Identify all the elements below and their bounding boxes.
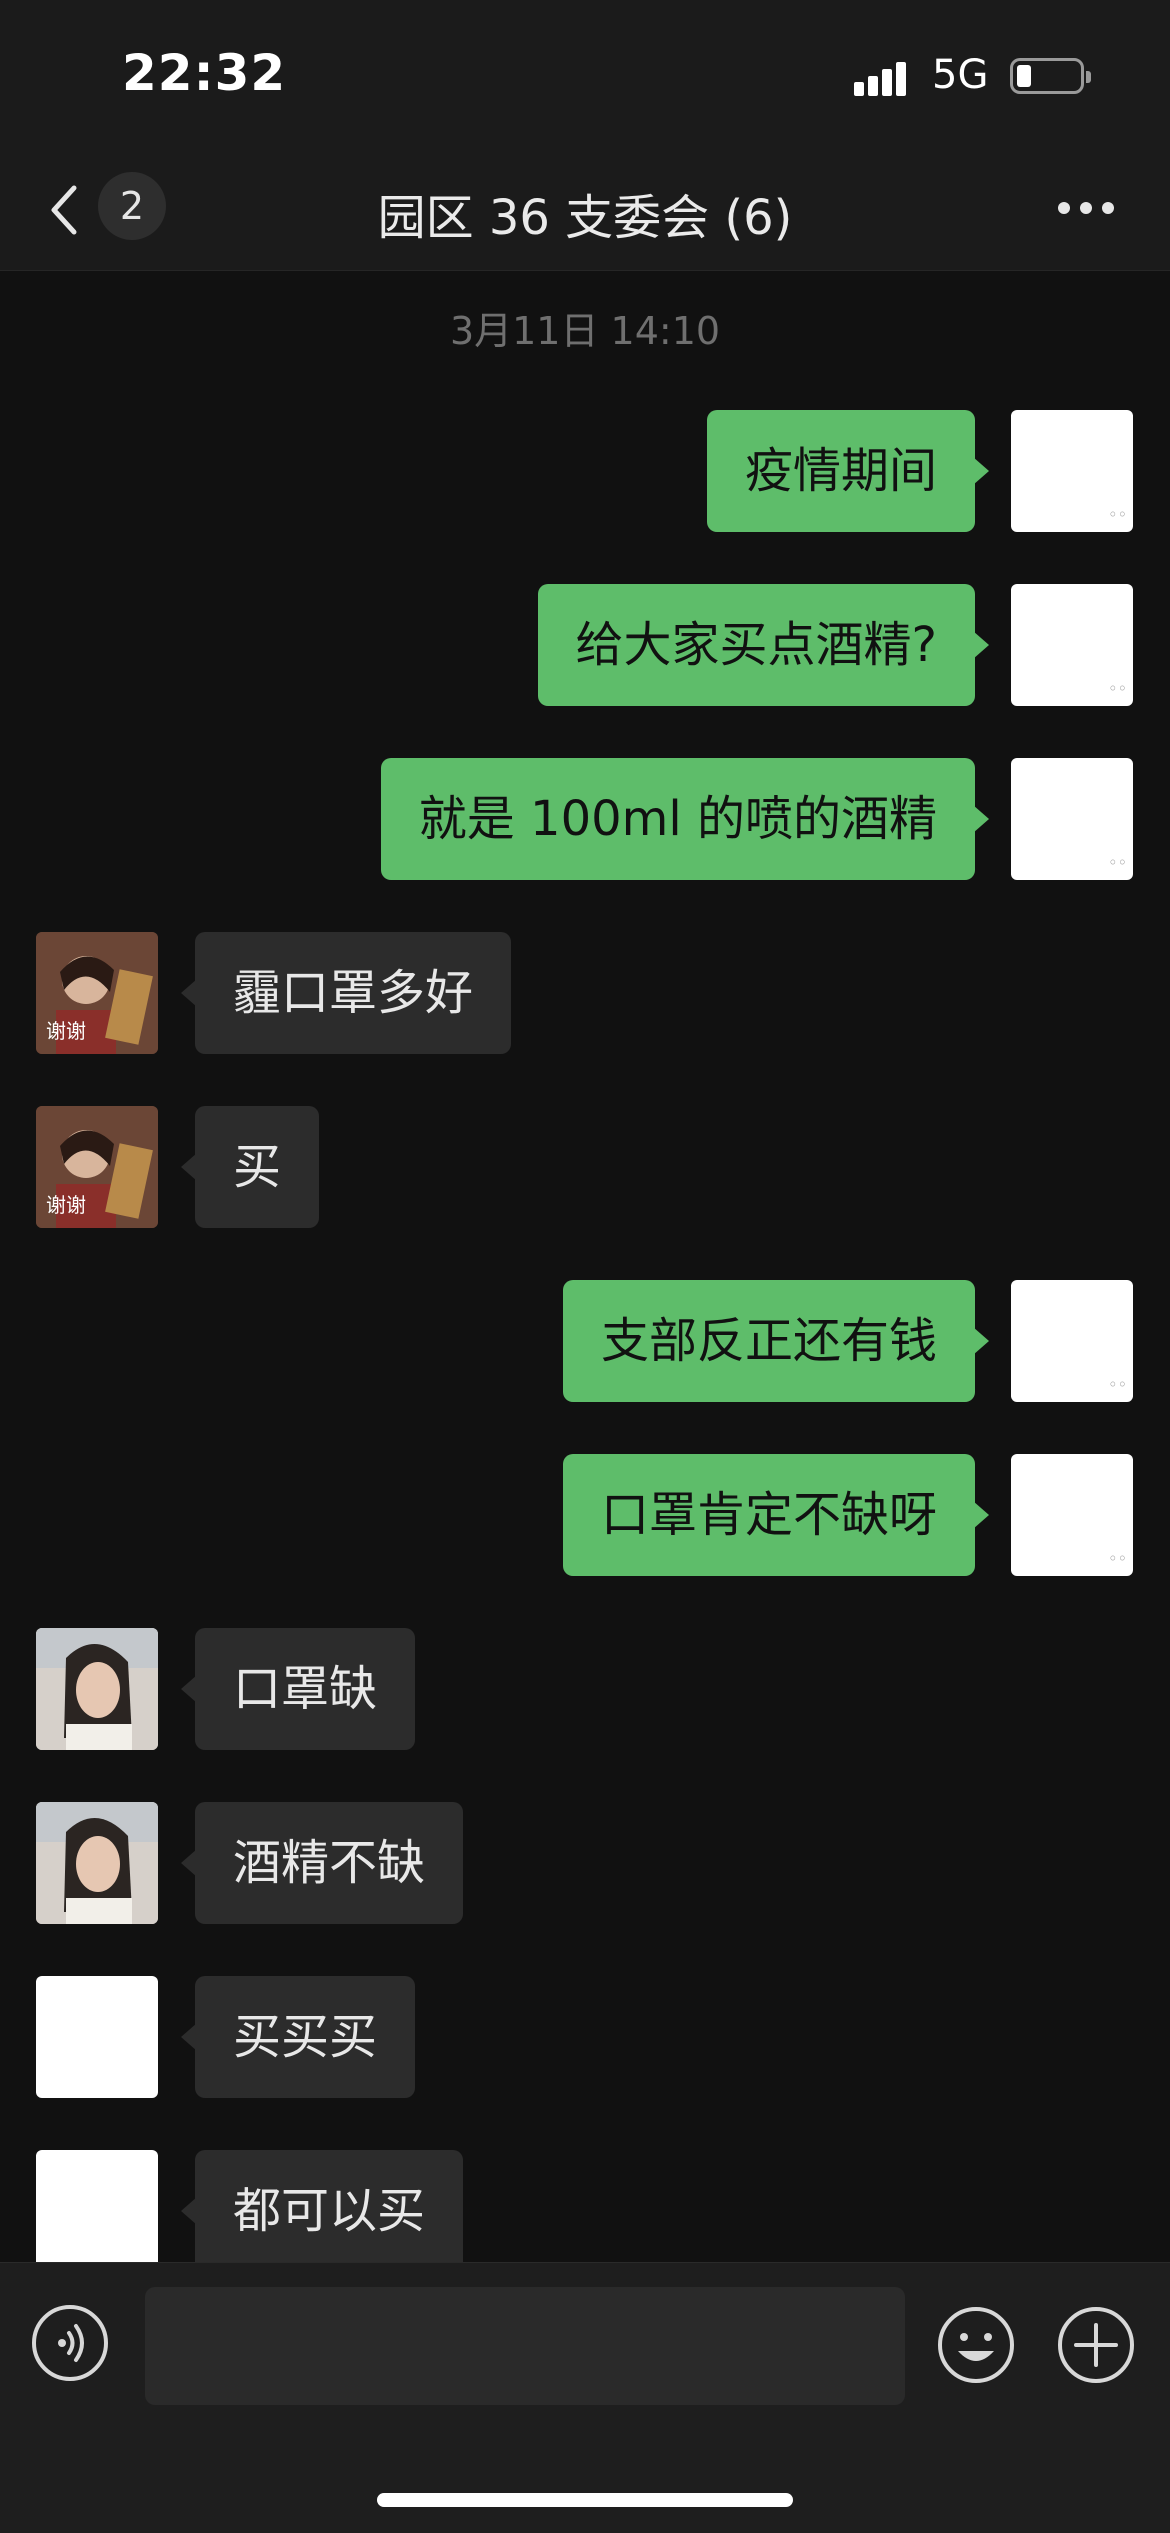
avatar[interactable]: ◦◦ <box>1011 758 1133 880</box>
message-input[interactable] <box>145 2287 905 2405</box>
voice-icon <box>58 2324 84 2362</box>
message-bubble[interactable]: 口罩缺 <box>180 1628 416 1750</box>
message-bubble[interactable]: 疫情期间 <box>706 410 990 532</box>
more-icon <box>1058 202 1070 214</box>
emoji-icon <box>938 2307 1014 2383</box>
avatar[interactable]: ◦◦ <box>1011 410 1133 532</box>
avatar[interactable] <box>36 1628 158 1750</box>
message-bubble[interactable]: 就是 100ml 的喷的酒精 <box>380 758 990 880</box>
message-bubble[interactable]: 霾口罩多好 <box>180 932 512 1054</box>
network-type: 5G <box>932 52 989 98</box>
message-bubble[interactable]: 都可以买 <box>180 2150 464 2272</box>
avatar[interactable]: ◦◦ <box>1011 584 1133 706</box>
message-bubble[interactable]: 酒精不缺 <box>180 1802 464 1924</box>
message-timestamp: 3月11日 14:10 <box>449 309 721 353</box>
avatar-photo <box>36 1628 158 1750</box>
signal-icon <box>854 58 914 96</box>
avatar[interactable] <box>36 1802 158 1924</box>
home-indicator[interactable] <box>377 2493 793 2507</box>
emoji-button[interactable] <box>936 2305 1016 2385</box>
battery-icon <box>1010 58 1091 94</box>
avatar[interactable]: 谢谢 <box>36 932 158 1054</box>
plus-icon <box>1058 2307 1134 2383</box>
message-bubble[interactable]: 买 <box>180 1106 320 1228</box>
more-button[interactable] <box>1058 194 1118 218</box>
avatar[interactable]: ◦◦ <box>1011 1280 1133 1402</box>
message-bubble[interactable]: 买买买 <box>180 1976 416 2098</box>
message-bubble[interactable]: 给大家买点酒精? <box>537 584 990 706</box>
avatar[interactable] <box>36 1976 158 2098</box>
add-button[interactable] <box>1056 2305 1136 2385</box>
chat-header: 2 园区 36 支委会 (6) <box>0 150 1170 271</box>
avatar[interactable]: ◦◦ <box>1011 1454 1133 1576</box>
avatar[interactable]: 谢谢 <box>36 1106 158 1228</box>
status-bar: 22:32 5G <box>0 0 1170 150</box>
avatar-photo <box>36 1802 158 1924</box>
status-time: 22:32 <box>122 44 287 102</box>
chat-title: 园区 36 支委会 (6) <box>377 190 793 246</box>
avatar[interactable] <box>36 2150 158 2272</box>
avatar-caption: 谢谢 <box>46 1193 86 1217</box>
message-bubble[interactable]: 口罩肯定不缺呀 <box>562 1454 990 1576</box>
avatar-caption: 谢谢 <box>46 1019 86 1043</box>
voice-button[interactable] <box>32 2305 108 2381</box>
message-bubble[interactable]: 支部反正还有钱 <box>562 1280 990 1402</box>
